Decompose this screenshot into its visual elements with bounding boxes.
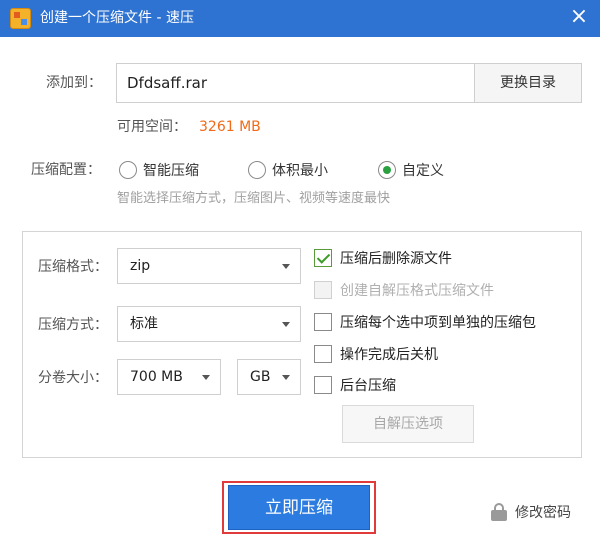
volume-unit-value: GB xyxy=(250,369,271,385)
profile-hint: 智能选择压缩方式，压缩图片、视频等速度最快 xyxy=(117,191,391,206)
title-bar: 创建一个压缩文件 - 速压 × xyxy=(0,0,600,37)
radio-custom[interactable]: 自定义 xyxy=(378,160,444,180)
method-select[interactable]: 标准 xyxy=(117,306,301,342)
change-password-link[interactable]: 修改密码 xyxy=(491,500,571,524)
change-directory-button[interactable]: 更换目录 xyxy=(474,63,582,103)
option-create-sfx: 创建自解压格式压缩文件 xyxy=(314,279,494,301)
radio-label: 体积最小 xyxy=(272,163,328,179)
free-space-value: 3261 MB xyxy=(199,119,261,135)
chevron-down-icon xyxy=(282,322,290,327)
radio-label: 自定义 xyxy=(402,163,444,179)
app-logo-icon xyxy=(10,8,31,29)
change-password-label: 修改密码 xyxy=(515,505,571,521)
radio-smallest-size[interactable]: 体积最小 xyxy=(248,160,328,180)
destination-path-input[interactable] xyxy=(116,63,475,103)
option-delete-source[interactable]: 压缩后删除源文件 xyxy=(314,247,452,269)
option-label: 创建自解压格式压缩文件 xyxy=(340,283,494,299)
chevron-down-icon xyxy=(282,264,290,269)
option-label: 压缩每个选中项到单独的压缩包 xyxy=(340,315,536,331)
radio-button-selected-icon xyxy=(378,161,396,179)
window-title: 创建一个压缩文件 - 速压 xyxy=(40,10,194,26)
checkbox-checked-icon xyxy=(314,249,332,267)
checkbox-icon xyxy=(314,313,332,331)
option-label: 操作完成后关机 xyxy=(340,347,438,363)
radio-button-icon xyxy=(119,161,137,179)
option-separate-archives[interactable]: 压缩每个选中项到单独的压缩包 xyxy=(314,311,536,333)
option-label: 后台压缩 xyxy=(340,378,396,394)
destination-label: 添加到： xyxy=(46,75,102,91)
option-background-compress[interactable]: 后台压缩 xyxy=(314,374,396,396)
sfx-options-button: 自解压选项 xyxy=(342,405,474,443)
radio-label: 智能压缩 xyxy=(143,163,199,179)
volume-size-value: 700 MB xyxy=(130,369,183,385)
method-label: 压缩方式： xyxy=(38,317,108,333)
chevron-down-icon xyxy=(202,375,210,380)
volume-unit-select[interactable]: GB xyxy=(237,359,301,395)
close-icon[interactable]: × xyxy=(566,5,592,31)
volume-size-label: 分卷大小： xyxy=(38,370,108,386)
volume-size-select[interactable]: 700 MB xyxy=(117,359,221,395)
chevron-down-icon xyxy=(282,375,290,380)
profile-label: 压缩配置： xyxy=(31,162,101,178)
format-label: 压缩格式： xyxy=(38,259,108,275)
radio-button-icon xyxy=(248,161,266,179)
option-shutdown-after[interactable]: 操作完成后关机 xyxy=(314,343,438,365)
checkbox-disabled-icon xyxy=(314,281,332,299)
option-label: 压缩后删除源文件 xyxy=(340,251,452,267)
checkbox-icon xyxy=(314,376,332,394)
method-value: 标准 xyxy=(130,316,158,332)
compress-now-button[interactable]: 立即压缩 xyxy=(228,485,370,530)
free-space-label: 可用空间： xyxy=(117,119,187,135)
checkbox-icon xyxy=(314,345,332,363)
lock-icon xyxy=(491,503,507,521)
format-value: zip xyxy=(130,258,151,274)
radio-smart-compress[interactable]: 智能压缩 xyxy=(119,160,199,180)
format-select[interactable]: zip xyxy=(117,248,301,284)
